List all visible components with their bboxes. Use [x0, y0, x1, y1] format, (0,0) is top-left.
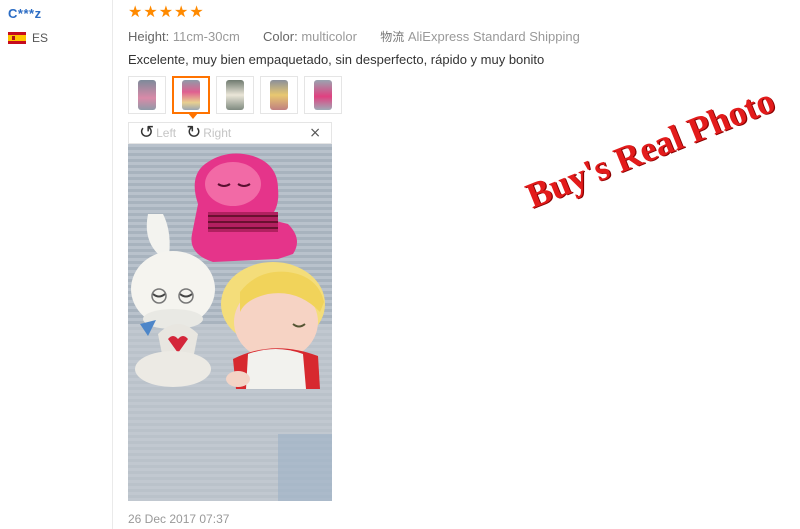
rotate-left-label: Left	[156, 126, 177, 140]
thumbnail-image	[138, 80, 156, 110]
star-icon: ★	[143, 4, 158, 21]
star-icon: ★	[128, 4, 143, 21]
watermark-text: Buy's Real Photo	[520, 80, 781, 217]
rotate-left-button[interactable]: ↺ Left	[139, 124, 176, 142]
color-label: Color:	[263, 29, 298, 44]
review-photo[interactable]	[128, 144, 332, 501]
country-code: ES	[32, 31, 49, 45]
reviewer-name[interactable]: C***z	[8, 6, 48, 21]
shipping-icon: 物流	[380, 30, 405, 44]
reviewer-info: C***z ES	[8, 6, 48, 45]
thumbnail-5[interactable]	[304, 76, 342, 114]
thumbnail-image	[314, 80, 332, 110]
thumbnail-4[interactable]	[260, 76, 298, 114]
order-attributes: Height: 11cm-30cm Color: multicolor 物流 A…	[128, 28, 580, 45]
star-rating: ★ ★ ★ ★ ★	[128, 4, 205, 22]
column-divider	[112, 0, 113, 529]
plush-toys-photo	[128, 153, 332, 501]
thumbnail-2[interactable]	[172, 76, 210, 119]
thumbnail-image	[182, 80, 200, 110]
height-value: 11cm-30cm	[172, 29, 240, 44]
rotate-right-icon: ↻	[186, 122, 202, 143]
star-icon: ★	[158, 4, 174, 21]
image-viewer-toolbar: ↺ Left ↻ Right ×	[128, 122, 332, 144]
review-date: 26 Dec 2017 07:37	[128, 512, 230, 526]
close-icon[interactable]: ×	[309, 125, 321, 141]
spain-flag-icon	[8, 32, 26, 44]
thumbnail-image	[270, 80, 288, 110]
color-value: multicolor	[301, 29, 357, 44]
reviewer-country: ES	[8, 31, 48, 45]
review-comment: Excelente, muy bien empaquetado, sin des…	[128, 52, 545, 67]
thumbnail-1[interactable]	[128, 76, 166, 114]
shipping-value: AliExpress Standard Shipping	[407, 29, 580, 44]
thumbnail-image	[226, 80, 244, 110]
star-icon: ★	[189, 4, 204, 21]
rotate-right-button[interactable]: ↻ Right	[186, 124, 231, 142]
height-label: Height:	[128, 29, 170, 44]
star-icon: ★	[174, 4, 189, 21]
thumbnail-3[interactable]	[216, 76, 254, 114]
rotate-left-icon: ↺	[139, 122, 155, 143]
photo-thumbnails	[128, 76, 348, 119]
rotate-right-label: Right	[203, 126, 232, 140]
